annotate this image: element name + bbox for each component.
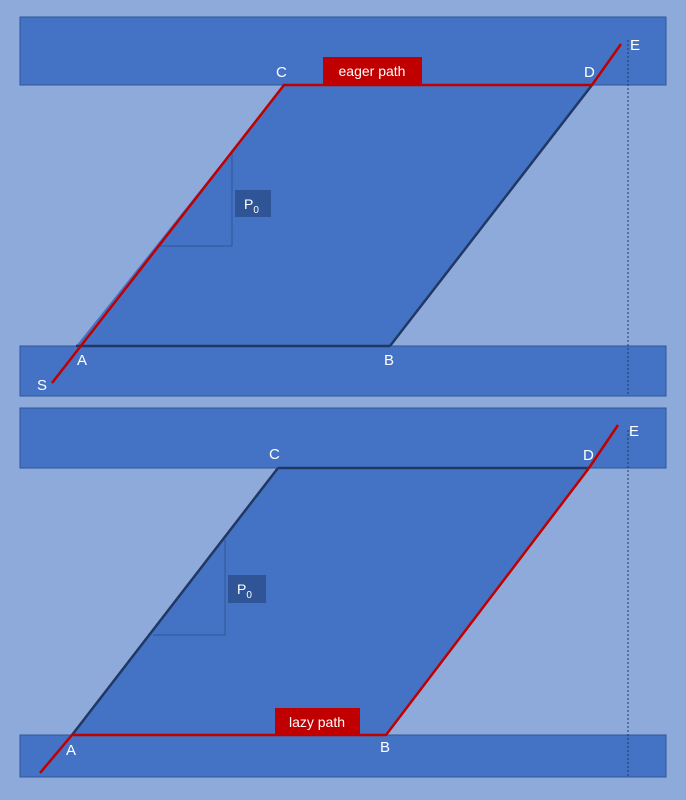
eager-point-a: A: [77, 352, 87, 369]
eager-point-d: D: [584, 64, 595, 81]
lazy-point-e: E: [629, 423, 639, 440]
diagram-canvas: P0 eager path S A B C D E P0 lazy path A…: [19, 16, 667, 778]
eager-point-e: E: [630, 37, 640, 54]
eager-point-c: C: [276, 64, 287, 81]
eager-path-label: eager path: [339, 63, 406, 79]
eager-point-s: S: [37, 377, 47, 394]
lazy-bottom-band: [19, 734, 667, 778]
lazy-parallelogram: [72, 468, 589, 735]
eager-point-b: B: [384, 352, 394, 369]
eager-parallelogram: [76, 85, 592, 346]
lazy-path-label: lazy path: [289, 714, 345, 730]
lazy-point-a: A: [66, 742, 76, 759]
lazy-point-b: B: [380, 739, 390, 756]
eager-bottom-band: [19, 345, 667, 397]
lazy-point-c: C: [269, 446, 280, 463]
lazy-point-d: D: [583, 447, 594, 464]
eager-panel: P0 eager path S A B C D E: [19, 16, 667, 397]
lazy-top-band: [19, 407, 667, 469]
lazy-panel: P0 lazy path A B C D E: [19, 407, 667, 778]
